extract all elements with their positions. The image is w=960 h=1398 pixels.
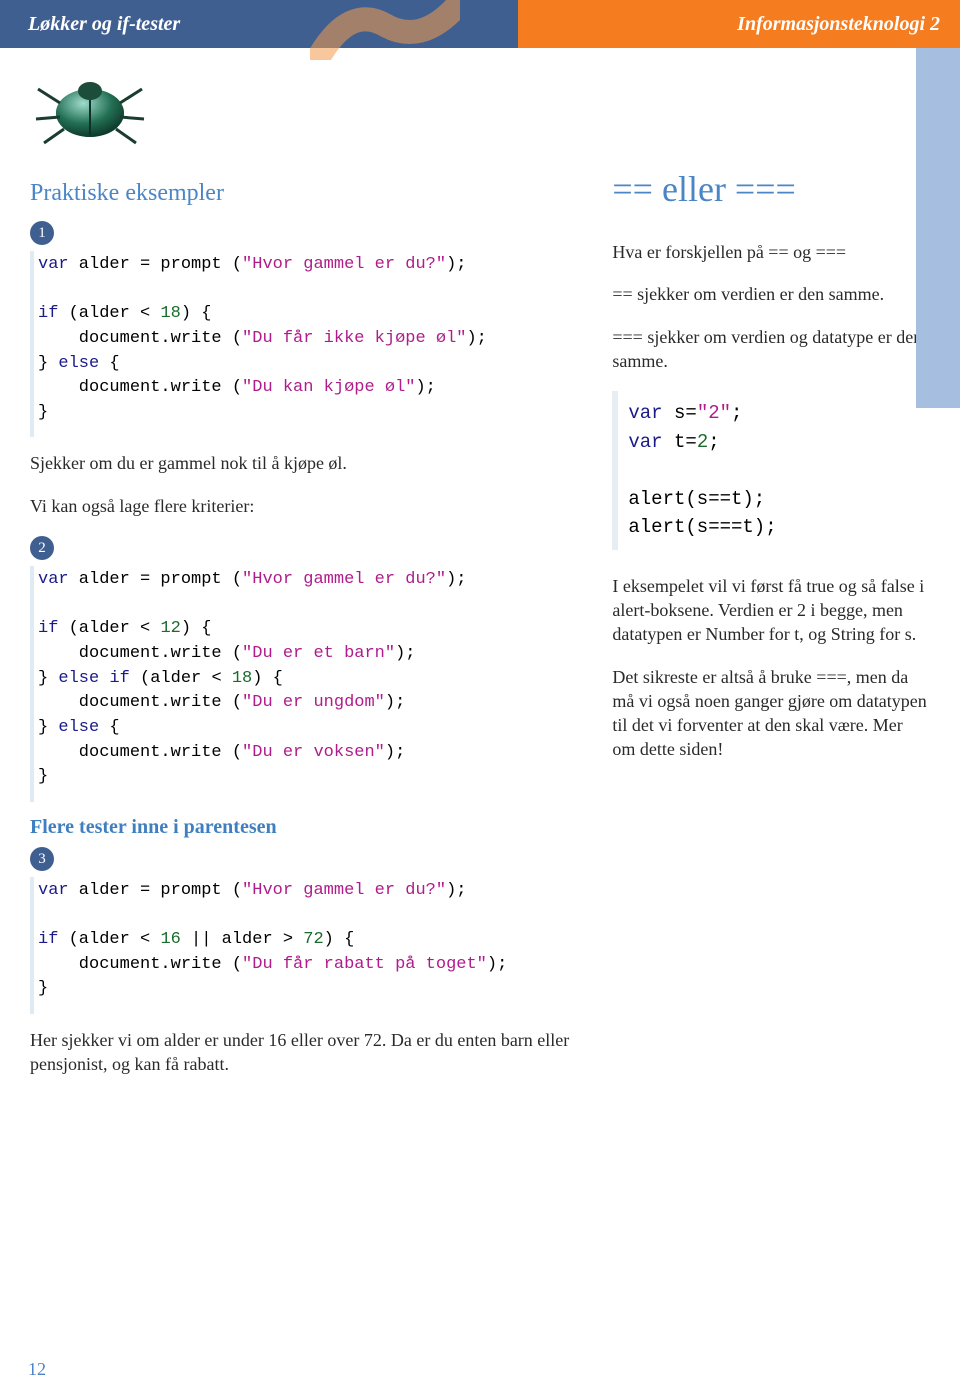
side-p2: == sjekker om verdien er den samme. xyxy=(612,282,930,306)
content-row: Praktiske eksempler 1 var alder = prompt… xyxy=(0,48,960,1125)
header-right: Informasjonsteknologi 2 xyxy=(518,0,960,48)
side-code-example: var s="2"; var t=2; alert(s==t); alert(s… xyxy=(612,391,930,550)
side-p4: I eksempelet vil vi først få true og så … xyxy=(612,574,930,647)
beetle-image xyxy=(30,68,150,150)
side-column: == eller === Hva er forskjellen på == og… xyxy=(602,68,930,1095)
section-title: Praktiske eksempler xyxy=(30,180,582,207)
paragraph-after-3: Her sjekker vi om alder er under 16 elle… xyxy=(30,1028,582,1077)
badge-3: 3 xyxy=(30,847,54,871)
header-left: Løkker og if-tester xyxy=(0,0,518,48)
side-p5: Det sikreste er altså å bruke ===, men d… xyxy=(612,665,930,762)
header-right-text: Informasjonsteknologi 2 xyxy=(737,13,940,36)
side-p1: Hva er forskjellen på == og === xyxy=(612,240,930,264)
main-column: Praktiske eksempler 1 var alder = prompt… xyxy=(30,68,602,1095)
page-number: 12 xyxy=(28,1359,46,1380)
header-left-text: Løkker og if-tester xyxy=(28,13,180,36)
side-heading: == eller === xyxy=(612,168,930,210)
paragraph-before-2: Vi kan også lage flere kriterier: xyxy=(30,494,582,518)
page-header: Løkker og if-tester Informasjonsteknolog… xyxy=(0,0,960,48)
badge-1: 1 xyxy=(30,221,54,245)
sub-title: Flere tester inne i parentesen xyxy=(30,816,582,839)
right-margin-block xyxy=(916,48,960,408)
badge-2: 2 xyxy=(30,536,54,560)
code-example-1: var alder = prompt ("Hvor gammel er du?"… xyxy=(30,251,582,437)
side-p3: === sjekker om verdien og datatype er de… xyxy=(612,325,930,374)
code-example-3: var alder = prompt ("Hvor gammel er du?"… xyxy=(30,877,582,1014)
code-example-2: var alder = prompt ("Hvor gammel er du?"… xyxy=(30,566,582,802)
paragraph-after-1: Sjekker om du er gammel nok til å kjøpe … xyxy=(30,451,582,475)
